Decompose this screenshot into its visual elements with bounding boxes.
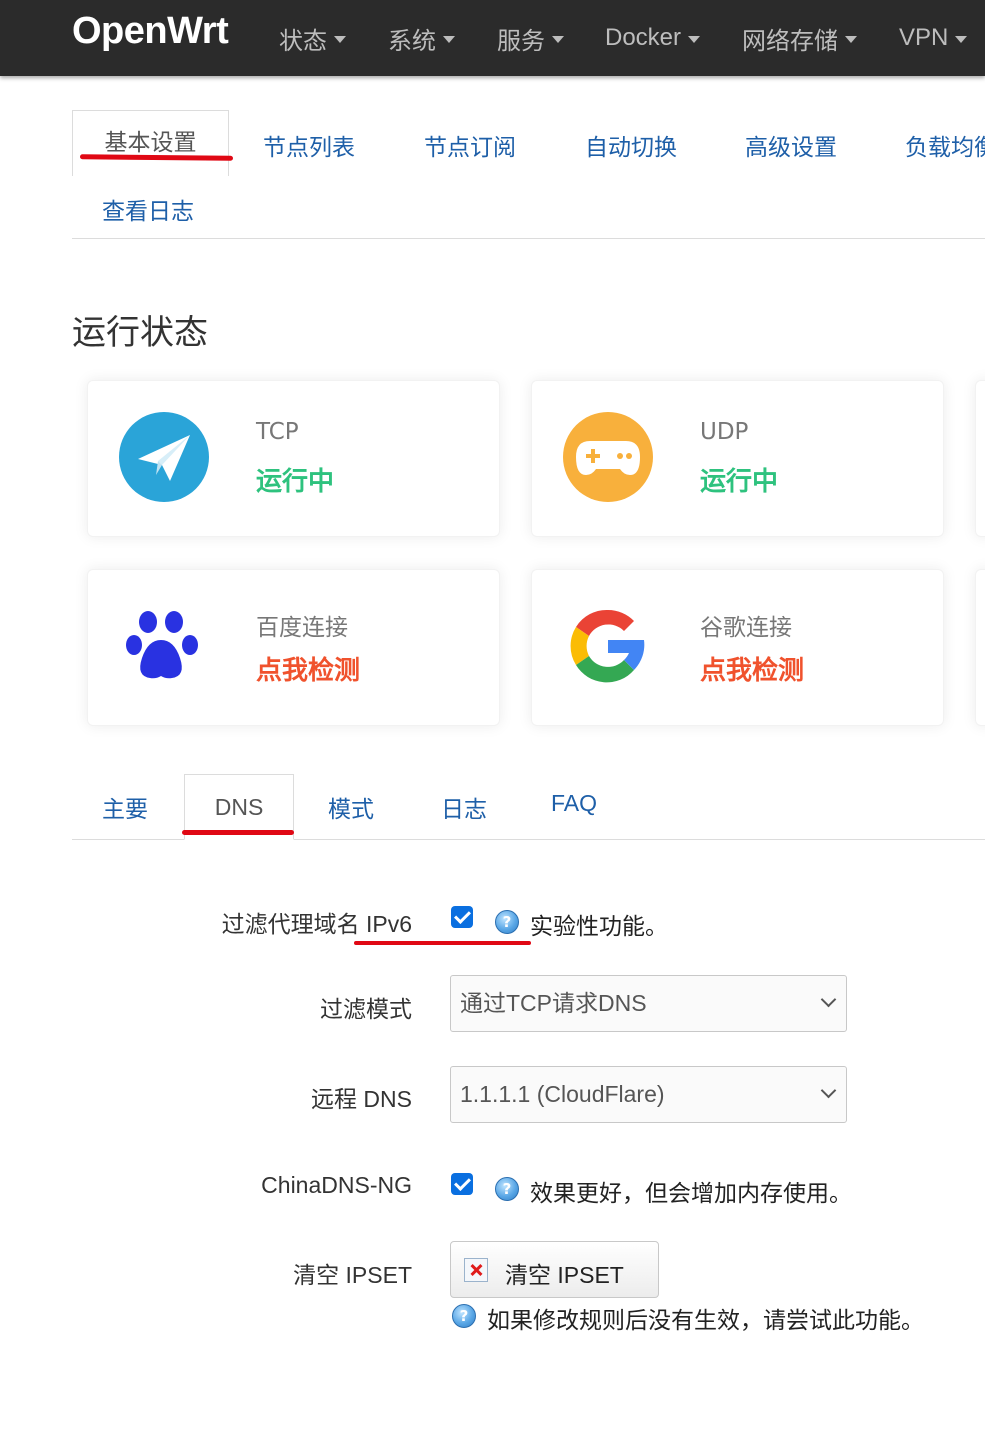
status-value: 运行中: [256, 467, 335, 497]
status-card-google: 谷歌连接 点我检测: [531, 569, 944, 726]
chevron-down-icon: [955, 35, 968, 43]
help-icon: ?: [495, 1177, 519, 1201]
filter-ipv6-help: 实验性功能。: [530, 914, 668, 940]
card-label: TCP: [256, 419, 299, 445]
clear-ipset-label: 清空 IPSET: [293, 1262, 412, 1288]
clear-ipset-button[interactable]: 清空 IPSET: [450, 1241, 659, 1298]
tab-advanced[interactable]: 高级设置: [745, 128, 837, 162]
chevron-down-icon: [688, 35, 701, 43]
chevron-down-icon: [552, 35, 564, 43]
clear-icon: [464, 1258, 488, 1282]
tab-auto-switch[interactable]: 自动切换: [585, 128, 677, 162]
page-tabs: 基本设置 节点列表 节点订阅 自动切换 高级设置 负载均衡 查看日志: [72, 110, 985, 239]
tab-basic-settings[interactable]: 基本设置: [72, 110, 229, 176]
nav-nas-label: 网络存储: [742, 27, 838, 55]
tab-log[interactable]: 日志: [441, 790, 487, 824]
status-card-baidu: 百度连接 点我检测: [87, 569, 500, 726]
baidu-paw-icon: [126, 611, 198, 679]
section-title-status: 运行状态: [72, 313, 208, 353]
chevron-down-icon: [820, 991, 837, 1008]
tab-view-log[interactable]: 查看日志: [102, 192, 194, 226]
filter-ipv6-label: 过滤代理域名 IPv6: [221, 911, 412, 937]
nav-docker-label: Docker: [605, 24, 682, 51]
check-link[interactable]: 点我检测: [700, 650, 804, 687]
filter-mode-value: 通过TCP请求DNS: [460, 990, 647, 1016]
check-link[interactable]: 点我检测: [256, 650, 360, 687]
remote-dns-label: 远程 DNS: [311, 1086, 412, 1112]
nav-docker[interactable]: Docker: [605, 22, 701, 54]
card-edge: [975, 569, 985, 726]
card-edge: [975, 380, 985, 537]
help-icon: ?: [452, 1304, 476, 1328]
chevron-down-icon: [820, 1082, 837, 1099]
status-card-tcp: TCP 运行中: [87, 380, 500, 537]
top-navbar: OpenWrt 状态 系统 服务 Docker 网络存储 VPN: [0, 0, 985, 76]
help-icon: ?: [495, 910, 519, 934]
nav-vpn[interactable]: VPN: [899, 22, 968, 54]
chinadns-label: ChinaDNS-NG: [261, 1172, 412, 1198]
nav-services-label: 服务: [497, 27, 545, 55]
chevron-down-icon: [443, 35, 455, 43]
status-value: 运行中: [700, 467, 779, 497]
filter-mode-label: 过滤模式: [320, 996, 412, 1022]
nav-vpn-label: VPN: [899, 24, 949, 51]
chevron-down-icon: [334, 35, 346, 43]
tab-load-balance[interactable]: 负载均衡: [905, 128, 985, 162]
clear-ipset-help: 如果修改规则后没有生效，请尝试此功能。: [487, 1308, 924, 1334]
tab-mode[interactable]: 模式: [328, 790, 374, 824]
nav-status[interactable]: 状态: [279, 22, 346, 55]
filter-mode-select[interactable]: 通过TCP请求DNS: [450, 975, 847, 1032]
brand-logo[interactable]: OpenWrt: [72, 10, 229, 53]
card-label: 谷歌连接: [700, 615, 792, 641]
paper-plane-icon: [119, 412, 209, 502]
tab-node-subscribe[interactable]: 节点订阅: [424, 128, 516, 162]
remote-dns-value: 1.1.1.1 (CloudFlare): [460, 1081, 665, 1107]
chevron-down-icon: [845, 35, 857, 43]
nav-nas[interactable]: 网络存储: [742, 22, 857, 55]
tab-main[interactable]: 主要: [102, 790, 148, 824]
nav-status-label: 状态: [279, 27, 327, 55]
clear-ipset-button-label: 清空 IPSET: [505, 1262, 624, 1288]
remote-dns-select[interactable]: 1.1.1.1 (CloudFlare): [450, 1066, 847, 1123]
status-card-udp: UDP 运行中: [531, 380, 944, 537]
card-label: UDP: [700, 419, 749, 445]
chinadns-help: 效果更好，但会增加内存使用。: [530, 1181, 852, 1207]
annotation-underline: [182, 830, 294, 835]
nav-system-label: 系统: [388, 27, 436, 55]
google-g-icon: [570, 609, 645, 683]
nav-services[interactable]: 服务: [497, 22, 564, 55]
chinadns-checkbox[interactable]: [451, 1173, 473, 1195]
card-label: 百度连接: [256, 615, 348, 641]
tab-faq[interactable]: FAQ: [551, 790, 597, 817]
nav-system[interactable]: 系统: [388, 22, 455, 55]
tab-node-list[interactable]: 节点列表: [263, 128, 355, 162]
annotation-underline: [354, 941, 531, 945]
filter-ipv6-checkbox[interactable]: [451, 906, 473, 928]
gamepad-icon: [563, 412, 653, 502]
